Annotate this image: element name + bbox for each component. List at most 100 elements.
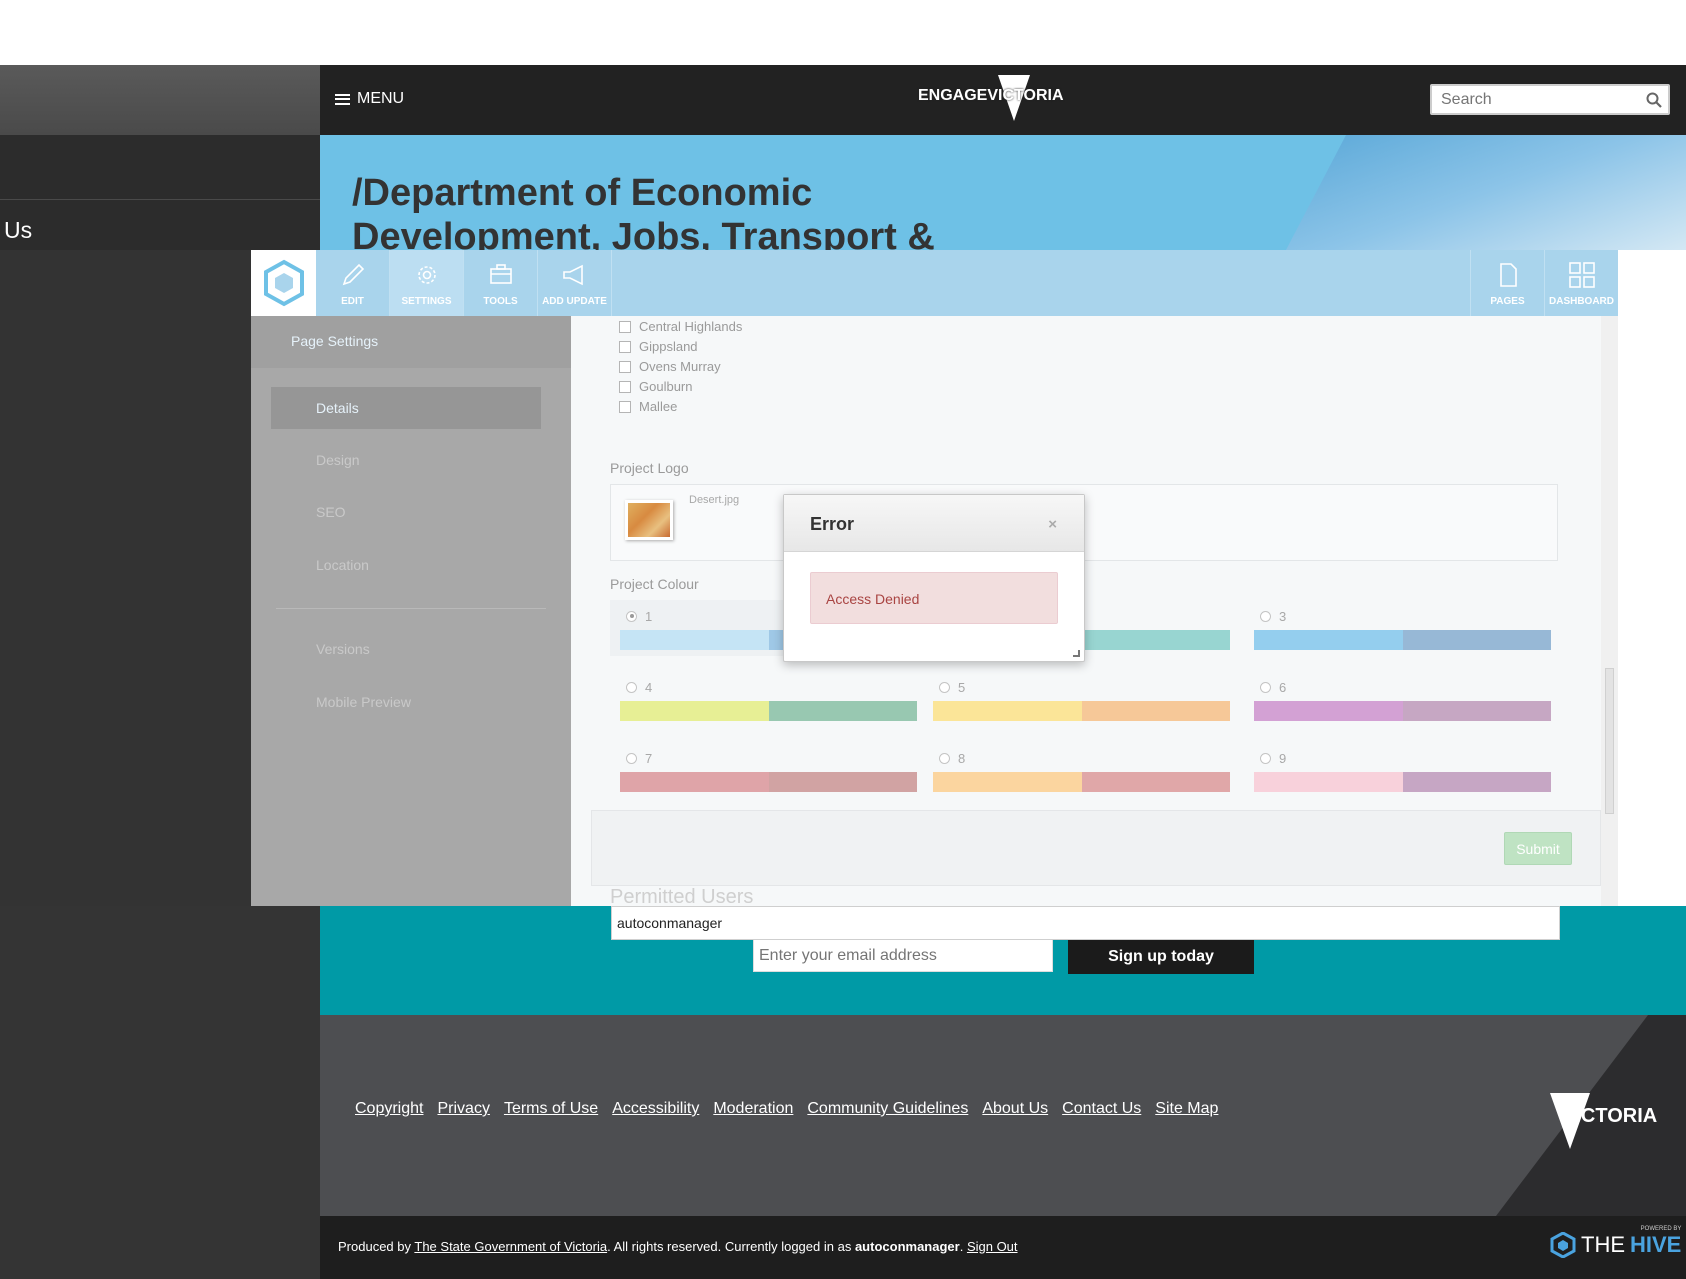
footer-link-sitemap[interactable]: Site Map [1155, 1100, 1218, 1118]
checkbox[interactable] [619, 340, 631, 353]
tool-edit-label: EDIT [341, 296, 364, 307]
cms-toolbar: EDIT SETTINGS TOOLS ADD UPDATE PAGES DAS… [251, 250, 1618, 316]
colour-bar [933, 701, 1230, 721]
logged-in-user: autoconmanager [854, 1239, 960, 1254]
menu-button[interactable]: MENU [335, 90, 404, 108]
region-label: Mallee [639, 399, 678, 414]
region-checkbox-row[interactable]: Ovens Murray [619, 359, 721, 374]
toolbox-icon [489, 264, 512, 284]
sign-out-link[interactable]: Sign Out [967, 1239, 1018, 1254]
radio-button[interactable] [1260, 610, 1271, 622]
colour-option[interactable]: 7 [620, 748, 917, 792]
colour-option[interactable]: 6 [1254, 677, 1551, 721]
tool-tools-label: TOOLS [483, 296, 518, 307]
hive-name: HIVE [1630, 1232, 1682, 1257]
grid-icon [1568, 262, 1595, 288]
site-search-input[interactable] [1432, 86, 1632, 113]
tool-dashboard[interactable]: DASHBOARD [1544, 250, 1618, 316]
tool-add-update[interactable]: ADD UPDATE [538, 250, 612, 316]
permitted-users-input[interactable]: autoconmanager [611, 906, 1560, 940]
brand-victoria: VICTORIA [987, 87, 1064, 104]
colour-number: 9 [1279, 750, 1287, 766]
sidebar-item-seo[interactable]: SEO [271, 491, 541, 533]
region-label: Central Highlands [639, 319, 743, 334]
region-checkbox-row[interactable]: Mallee [619, 399, 677, 414]
sidebar-item-location[interactable]: Location [271, 544, 541, 586]
colour-number: 6 [1279, 679, 1287, 695]
tool-tools[interactable]: TOOLS [464, 250, 538, 316]
tool-add-update-label: ADD UPDATE [542, 296, 607, 307]
cms-logo[interactable] [251, 250, 316, 316]
footer-link-guidelines[interactable]: Community Guidelines [807, 1100, 968, 1118]
close-icon[interactable]: × [1048, 516, 1057, 533]
radio-button[interactable] [1260, 752, 1271, 764]
site-footer: Copyright Privacy Terms of Use Accessibi… [320, 1015, 1686, 1216]
sidebar-item-details[interactable]: Details [271, 387, 541, 429]
colour-option[interactable]: 3 [1254, 606, 1551, 650]
footer-logo-text: VICTORIA [1562, 1105, 1658, 1127]
permitted-users-label: Permitted Users [610, 886, 754, 906]
footer-link-moderation[interactable]: Moderation [713, 1100, 793, 1118]
footer-link-about[interactable]: About Us [982, 1100, 1048, 1118]
radio-button[interactable] [626, 681, 637, 693]
colour-option[interactable]: 8 [933, 748, 1230, 792]
hive-hexagon-icon [1550, 1232, 1576, 1258]
region-checkbox-row[interactable]: Gippsland [619, 339, 698, 354]
tool-settings[interactable]: SETTINGS [390, 250, 464, 316]
colour-option[interactable]: 4 [620, 677, 917, 721]
colour-option[interactable]: 9 [1254, 748, 1551, 792]
region-label: Gippsland [639, 339, 698, 354]
site-header: MENU ENGAGEVICTORIA [320, 65, 1686, 135]
checkbox[interactable] [619, 320, 631, 333]
colour-bar [1254, 630, 1551, 650]
radio-button[interactable] [1260, 681, 1271, 693]
footer-link-contact[interactable]: Contact Us [1062, 1100, 1141, 1118]
resize-grip-icon[interactable] [1073, 650, 1080, 657]
footer-link-privacy[interactable]: Privacy [437, 1100, 489, 1118]
tool-dashboard-label: DASHBOARD [1549, 296, 1614, 307]
project-logo-label: Project Logo [610, 460, 689, 476]
footer-links: Copyright Privacy Terms of Use Accessibi… [355, 1100, 1218, 1118]
colour-option[interactable]: 5 [933, 677, 1230, 721]
radio-button[interactable] [626, 610, 637, 622]
checkbox[interactable] [619, 360, 631, 373]
gov-link[interactable]: The State Government of Victoria [414, 1239, 607, 1254]
radio-button[interactable] [939, 681, 950, 693]
tool-edit[interactable]: EDIT [316, 250, 390, 316]
submit-button[interactable]: Submit [1504, 832, 1572, 865]
tool-pages[interactable]: PAGES [1470, 250, 1544, 316]
colour-number: 3 [1279, 608, 1287, 624]
megaphone-icon [562, 264, 583, 286]
colour-number: 4 [645, 679, 653, 695]
region-checkbox-row[interactable]: Goulburn [619, 379, 692, 394]
sidebar-heading: Page Settings [251, 316, 571, 368]
logo-filename: Desert.jpg [689, 494, 740, 506]
region-checkbox-row[interactable]: Central Highlands [619, 319, 742, 334]
colour-bar [933, 772, 1230, 792]
sidebar-item-versions[interactable]: Versions [271, 628, 541, 670]
pencil-icon [342, 263, 364, 286]
search-icon[interactable] [1646, 92, 1662, 108]
produced-label: Produced by [338, 1239, 411, 1254]
form-scrollbar[interactable] [1601, 316, 1618, 906]
brand-engage: ENGAGE [918, 87, 988, 104]
newsletter-email-input[interactable] [753, 939, 1053, 972]
sidebar-item-design[interactable]: Design [271, 439, 541, 481]
hive-logo: POWERED BY THE HIVE [1550, 1226, 1682, 1258]
hero-sky-image [1286, 135, 1686, 250]
footer-link-terms[interactable]: Terms of Use [504, 1100, 598, 1118]
error-message: Access Denied [810, 572, 1058, 624]
checkbox[interactable] [619, 400, 631, 413]
radio-button[interactable] [626, 752, 637, 764]
sidebar-item-mobile-preview[interactable]: Mobile Preview [271, 681, 541, 723]
site-logo[interactable]: ENGAGEVICTORIA [918, 87, 1064, 105]
rights-text: . All rights reserved. Currently logged … [607, 1239, 852, 1254]
scrollbar-thumb[interactable] [1605, 668, 1614, 814]
left-panel-partial-link[interactable]: Us [0, 200, 320, 250]
footer-link-accessibility[interactable]: Accessibility [612, 1100, 699, 1118]
footer-link-copyright[interactable]: Copyright [355, 1100, 423, 1118]
checkbox[interactable] [619, 380, 631, 393]
sign-up-button[interactable]: Sign up today [1068, 939, 1254, 974]
radio-button[interactable] [939, 752, 950, 764]
region-label: Ovens Murray [639, 359, 721, 374]
